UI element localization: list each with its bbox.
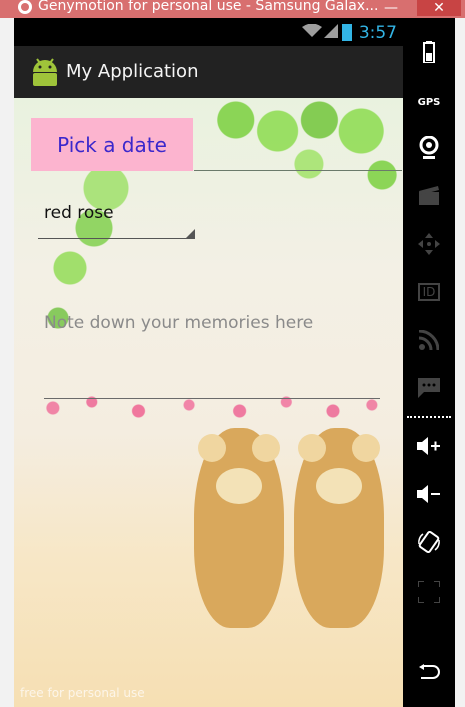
emulator-window: Genymotion for personal use - Samsung Ga… [0, 0, 465, 707]
rotate-icon[interactable] [403, 524, 455, 560]
app-content: Pick a date red rose Note down your memo… [14, 98, 403, 707]
genymotion-icon [18, 0, 32, 14]
spinner-underline [38, 238, 195, 239]
signal-icon [324, 24, 338, 38]
bear-ear [352, 434, 380, 462]
wifi-icon [302, 24, 322, 37]
scale-icon [403, 574, 455, 610]
bear-ear [198, 434, 226, 462]
minimize-button[interactable]: — [374, 0, 408, 16]
spinner-value: red rose [44, 203, 114, 223]
pick-date-button[interactable]: Pick a date [31, 118, 193, 171]
clock: 3:57 [358, 23, 397, 43]
teddy-bear-image [294, 428, 384, 628]
window-titlebar[interactable]: Genymotion for personal use - Samsung Ga… [0, 0, 465, 18]
teddy-bear-image [194, 428, 284, 628]
background-window-strip-right [455, 18, 465, 707]
device-screen: 3:57 My Application Pick a date red rose… [14, 18, 403, 707]
id-icon: ID [403, 274, 455, 310]
bear-face [216, 468, 262, 504]
chat-icon [403, 370, 455, 406]
clapper-icon [403, 178, 455, 214]
background-leaves [194, 98, 403, 208]
close-button[interactable]: ✕ [417, 0, 461, 16]
date-field-underline [194, 170, 402, 171]
spinner-arrow-icon [185, 229, 195, 239]
bear-face [316, 468, 362, 504]
back-icon[interactable] [403, 654, 455, 690]
volume-down-icon[interactable] [403, 476, 455, 512]
battery-status-icon [342, 24, 352, 41]
background-window-strip [0, 18, 14, 707]
battery-icon[interactable] [403, 34, 455, 70]
gps-icon[interactable]: GPS [403, 84, 455, 120]
status-bar: 3:57 [14, 18, 403, 46]
volume-up-icon[interactable] [403, 428, 455, 464]
window-title: Genymotion for personal use - Samsung Ga… [38, 0, 379, 14]
rss-icon [403, 322, 455, 358]
action-bar: My Application [14, 46, 403, 98]
sidebar-divider [407, 416, 451, 418]
bear-ear [298, 434, 326, 462]
dpad-icon [403, 226, 455, 262]
watermark: free for personal use [20, 686, 145, 700]
camera-icon[interactable] [403, 130, 455, 166]
bear-ear [252, 434, 280, 462]
memory-underline [44, 398, 380, 399]
id-label: ID [417, 283, 441, 301]
memory-input[interactable]: Note down your memories here [44, 313, 380, 399]
flower-spinner[interactable]: red rose [32, 193, 195, 241]
emulator-sidebar: GPS ID [403, 18, 455, 707]
memory-placeholder: Note down your memories here [44, 313, 314, 333]
gps-label: GPS [417, 96, 441, 108]
app-title: My Application [66, 61, 199, 82]
android-icon [33, 58, 57, 86]
